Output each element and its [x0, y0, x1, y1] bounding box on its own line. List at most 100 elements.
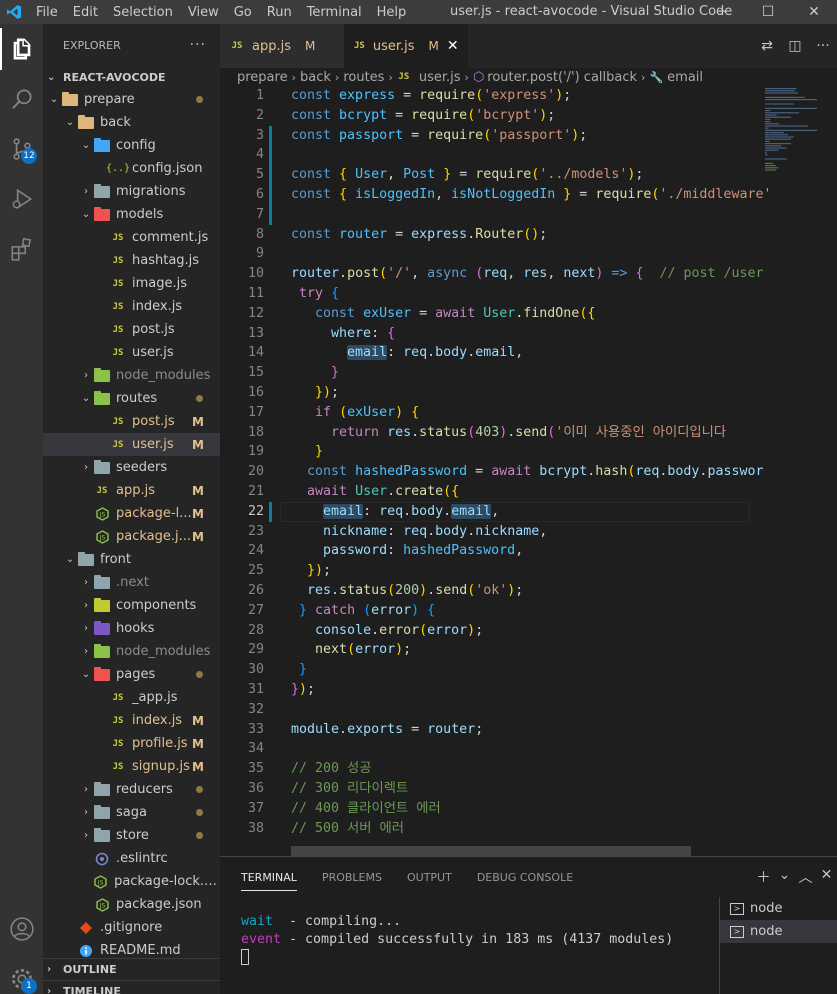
code-line[interactable]: 35 // 200 성공	[220, 759, 820, 779]
code-line[interactable]: 11 try {	[220, 284, 820, 304]
file-item[interactable]: JS _app.js	[43, 686, 220, 709]
folder-item[interactable]: › node_modules	[43, 640, 220, 663]
file-item[interactable]: JS post.js M	[43, 410, 220, 433]
chevron-down-icon[interactable]: ⌄	[774, 867, 795, 887]
code-line[interactable]: 30 }	[220, 660, 820, 680]
more-actions-icon[interactable]: ···	[190, 37, 206, 53]
file-item[interactable]: JS package-l... M	[43, 502, 220, 525]
file-item[interactable]: .eslintrc	[43, 847, 220, 870]
menu-item[interactable]: Run	[267, 5, 292, 20]
folder-item[interactable]: ⌄ routes	[43, 387, 220, 410]
code-line[interactable]: 28 console.error(error);	[220, 621, 820, 641]
file-item[interactable]: JS hashtag.js	[43, 249, 220, 272]
menu-item[interactable]: Terminal	[307, 5, 362, 20]
terminal-instance[interactable]: > node	[720, 920, 837, 943]
maximize-panel-icon[interactable]: ︿	[795, 867, 816, 887]
folder-item[interactable]: › migrations	[43, 180, 220, 203]
folder-item[interactable]: › seeders	[43, 456, 220, 479]
file-item[interactable]: JS post.js	[43, 318, 220, 341]
code-line[interactable]: 24 password: hashedPassword,	[220, 541, 820, 561]
folder-item[interactable]: ⌄ back	[43, 111, 220, 134]
tab-user-js[interactable]: JS user.js M ✕	[344, 24, 468, 68]
file-item[interactable]: JS package.json	[43, 893, 220, 916]
menu-item[interactable]: File	[36, 5, 58, 20]
breadcrumb-item[interactable]: prepare	[237, 70, 288, 85]
timeline-section[interactable]: › TIMELINE	[43, 980, 220, 994]
code-line[interactable]: 31});	[220, 680, 820, 700]
file-item[interactable]: JS package.j... M	[43, 525, 220, 548]
code-line[interactable]: 14 email: req.body.email,	[220, 343, 820, 363]
menu-item[interactable]: Selection	[113, 5, 173, 20]
folder-item[interactable]: ⌄ front	[43, 548, 220, 571]
code-line[interactable]: 5 const { User, Post } = require('../mode…	[220, 165, 820, 186]
open-changes-icon[interactable]: ⇄	[753, 38, 781, 54]
code-line[interactable]: 1 const express = require('express');	[220, 86, 820, 106]
breadcrumb-item[interactable]: email	[667, 70, 703, 85]
breadcrumb-item[interactable]: back	[300, 70, 331, 85]
file-item[interactable]: JS user.js	[43, 341, 220, 364]
code-line[interactable]: 6 const { isLoggedIn, isNotLoggedIn } = r…	[220, 185, 820, 205]
explorer-activity[interactable]	[0, 24, 43, 74]
code-line[interactable]: 27 } catch (error) {	[220, 601, 820, 621]
menu-item[interactable]: View	[188, 5, 219, 20]
folder-item[interactable]: › store	[43, 824, 220, 847]
code-line[interactable]: 4	[220, 145, 820, 166]
file-item[interactable]: JS index.js M	[43, 709, 220, 732]
extensions-activity[interactable]	[0, 224, 43, 274]
source-control-activity[interactable]: 12	[0, 124, 43, 174]
panel-tab[interactable]: OUTPUT	[407, 857, 452, 897]
code-line[interactable]: 19 }	[220, 442, 820, 462]
code-line[interactable]: 21 await User.create({	[220, 482, 820, 502]
code-line[interactable]: 22 email: req.body.email,	[220, 501, 820, 522]
folder-item[interactable]: › node_modules	[43, 364, 220, 387]
code-line[interactable]: 34	[220, 739, 820, 759]
code-line[interactable]: 25 });	[220, 561, 820, 581]
code-line[interactable]: 38 // 500 서버 에러	[220, 819, 820, 839]
new-terminal-icon[interactable]: ＋	[753, 867, 774, 887]
panel-tab[interactable]: PROBLEMS	[322, 857, 382, 897]
folder-item[interactable]: ⌄ models	[43, 203, 220, 226]
menu-item[interactable]: Help	[377, 5, 407, 20]
file-item[interactable]: JS package-lock.js...	[43, 870, 220, 893]
code-line[interactable]: 9	[220, 244, 820, 264]
folder-item[interactable]: › saga	[43, 801, 220, 824]
minimap[interactable]	[761, 86, 821, 856]
run-debug-activity[interactable]	[0, 174, 43, 224]
terminal-output[interactable]: wait - compiling... event - compiled succ…	[241, 913, 673, 967]
file-item[interactable]: JS comment.js	[43, 226, 220, 249]
terminal-instance[interactable]: > node	[720, 897, 837, 920]
close-tab-icon[interactable]: ✕	[447, 38, 459, 54]
code-line[interactable]: 18 return res.status(403).send('이미 사용중인 …	[220, 423, 820, 443]
code-line[interactable]: 2 const bcrypt = require('bcrypt');	[220, 106, 820, 126]
code-line[interactable]: 23 nickname: req.body.nickname,	[220, 522, 820, 542]
code-line[interactable]: 13 where: {	[220, 324, 820, 344]
breadcrumb-item[interactable]: routes	[343, 70, 384, 85]
code-editor[interactable]: 1 const express = require('express'); 2 con…	[220, 86, 837, 856]
minimize-button[interactable]: ─	[699, 0, 745, 24]
accounts-activity[interactable]	[0, 904, 43, 954]
code-line[interactable]: 10 router.post('/', async (req, res, next…	[220, 264, 820, 284]
panel-tab[interactable]: DEBUG CONSOLE	[477, 857, 573, 897]
menu-item[interactable]: Edit	[73, 5, 98, 20]
code-line[interactable]: 8 const router = express.Router();	[220, 225, 820, 245]
horizontal-scrollbar[interactable]	[291, 846, 691, 856]
file-item[interactable]: JS user.js M	[43, 433, 220, 456]
workspace-root[interactable]: ⌄ REACT-AVOCODE	[43, 66, 220, 88]
file-item[interactable]: JS signup.js M	[43, 755, 220, 778]
folder-item[interactable]: ⌄ config	[43, 134, 220, 157]
close-window-button[interactable]: ✕	[791, 0, 837, 24]
code-line[interactable]: 29 next(error);	[220, 640, 820, 660]
folder-item[interactable]: › hooks	[43, 617, 220, 640]
tab-app-js[interactable]: JS app.js M	[220, 24, 344, 68]
code-line[interactable]: 7	[220, 204, 820, 225]
file-item[interactable]: .gitignore	[43, 916, 220, 939]
code-line[interactable]: 16 });	[220, 383, 820, 403]
code-line[interactable]: 3 const passport = require('passport');	[220, 125, 820, 146]
code-line[interactable]: 15 }	[220, 363, 820, 383]
code-line[interactable]: 26 res.status(200).send('ok');	[220, 581, 820, 601]
folder-item[interactable]: ⌄ pages	[43, 663, 220, 686]
code-line[interactable]: 33 module.exports = router;	[220, 720, 820, 740]
breadcrumb-item[interactable]: router.post('/') callback	[487, 70, 637, 85]
close-panel-icon[interactable]: ✕	[816, 867, 837, 887]
outline-section[interactable]: › OUTLINE	[43, 958, 220, 980]
